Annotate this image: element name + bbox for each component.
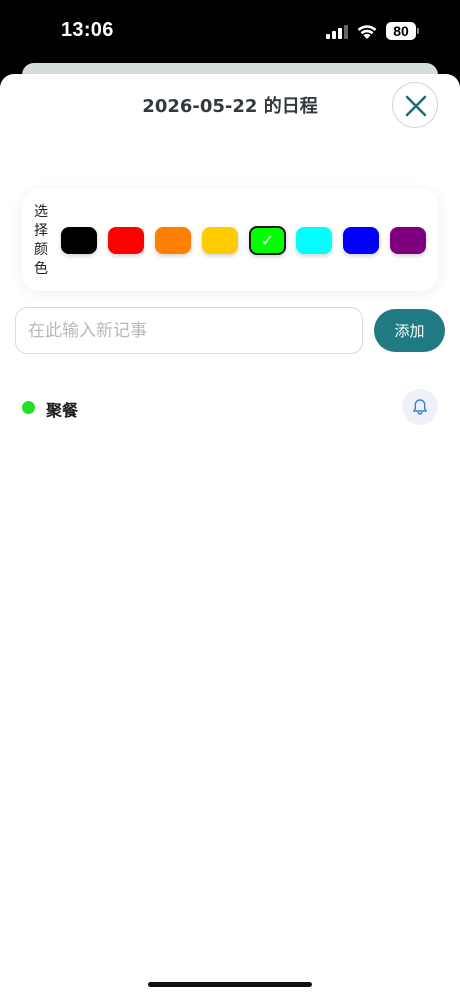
signal-icon: [326, 25, 348, 39]
battery-level: 80: [386, 22, 416, 40]
color-swatch-green[interactable]: ✓: [249, 226, 286, 255]
sheet-title: 2026-05-22 的日程: [142, 96, 318, 117]
check-icon: ✓: [260, 231, 275, 250]
list-item[interactable]: 聚餐: [0, 386, 460, 430]
schedule-sheet: 2026-05-22 的日程 选择颜色 ✓ 添加 聚餐: [0, 74, 460, 997]
color-swatch-cyan[interactable]: [296, 227, 332, 254]
status-time: 13:06: [61, 19, 114, 41]
wifi-icon: [356, 22, 378, 40]
battery-icon: 80: [386, 22, 419, 40]
color-swatch-yellow[interactable]: [202, 227, 238, 254]
color-picker: 选择颜色 ✓: [22, 189, 438, 291]
close-icon: [405, 95, 427, 117]
status-bar: 13:06 80: [0, 0, 460, 64]
close-button[interactable]: [392, 82, 438, 128]
bell-icon: [413, 399, 427, 415]
color-swatch-orange[interactable]: [155, 227, 191, 254]
note-input[interactable]: [15, 307, 363, 354]
add-button[interactable]: 添加: [374, 309, 445, 352]
event-title: 聚餐: [46, 401, 79, 420]
reminder-button[interactable]: [402, 389, 438, 425]
color-swatch-purple[interactable]: [390, 227, 426, 254]
event-color-dot: [22, 401, 35, 414]
color-swatch-red[interactable]: [108, 227, 144, 254]
home-indicator: [148, 982, 312, 987]
color-swatch-blue[interactable]: [343, 227, 379, 254]
color-swatch-black[interactable]: [61, 227, 97, 254]
color-picker-label: 选择颜色: [34, 204, 48, 277]
